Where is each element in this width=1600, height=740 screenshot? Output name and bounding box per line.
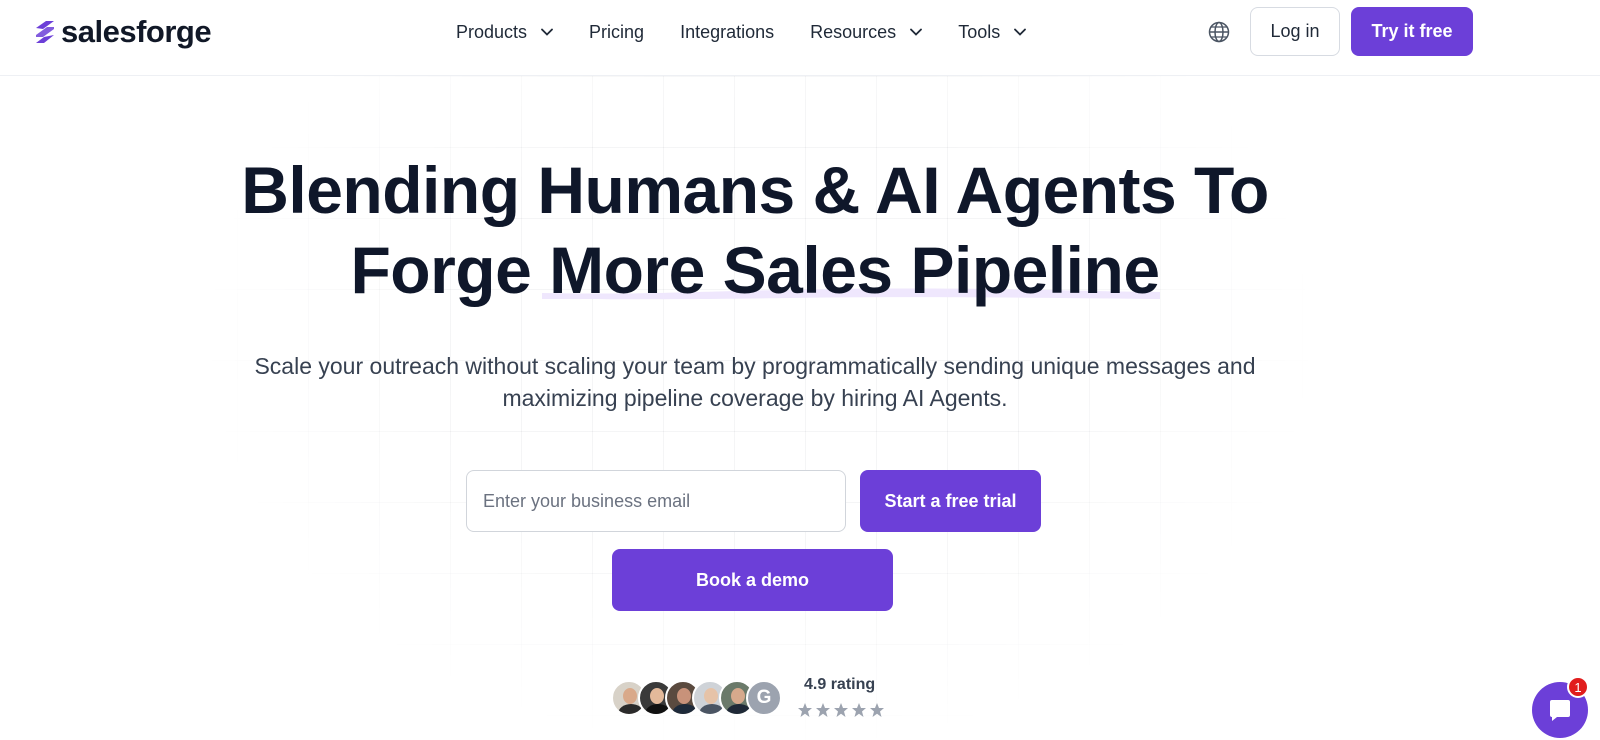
page: salesforge Products Pricing Integrations… — [0, 0, 1600, 740]
logo[interactable]: salesforge — [33, 14, 212, 50]
hero-subtitle: Scale your outreach without scaling your… — [200, 350, 1310, 414]
globe-icon[interactable] — [1207, 20, 1231, 44]
rating-stars — [797, 702, 887, 718]
login-button[interactable]: Log in — [1250, 7, 1340, 56]
chevron-down-icon — [910, 28, 923, 36]
top-navigation: salesforge Products Pricing Integrations… — [0, 0, 1600, 76]
hero-heading-line-2: Forge More Sales Pipeline — [350, 233, 1160, 307]
start-free-trial-button[interactable]: Start a free trial — [860, 470, 1041, 532]
star-icon — [816, 703, 830, 717]
nav-tools-label: Tools — [958, 21, 1001, 42]
book-demo-button[interactable]: Book a demo — [612, 549, 893, 611]
chevron-down-icon — [541, 28, 553, 36]
try-free-button[interactable]: Try it free — [1351, 7, 1473, 56]
customer-avatars: G — [611, 680, 782, 716]
nav-tools[interactable]: Tools — [958, 21, 1027, 43]
hero-subtitle-line-2: maximizing pipeline coverage by hiring A… — [502, 385, 1008, 411]
nav-integrations-label: Integrations — [680, 21, 775, 42]
logo-text: salesforge — [61, 14, 212, 49]
hero-heading-line-1: Blending Humans & AI Agents To — [241, 153, 1269, 227]
nav-pricing-label: Pricing — [589, 21, 645, 42]
g2-logo-icon: G — [746, 680, 782, 716]
star-icon — [834, 703, 848, 717]
main-nav: Products Pricing Integrations Resources … — [456, 0, 1062, 64]
star-icon — [870, 703, 884, 717]
chevron-down-icon — [1014, 28, 1027, 36]
chat-notification-badge: 1 — [1567, 676, 1589, 698]
chat-bubble-icon — [1550, 700, 1570, 721]
nav-integrations[interactable]: Integrations — [680, 22, 774, 43]
nav-resources[interactable]: Resources — [810, 21, 923, 43]
hero-heading: Blending Humans & AI Agents To Forge Mor… — [180, 150, 1330, 310]
nav-products-label: Products — [456, 21, 528, 42]
nav-pricing[interactable]: Pricing — [589, 22, 644, 43]
hero-subtitle-line-1: Scale your outreach without scaling your… — [254, 353, 1256, 379]
rating-text: 4.9 rating — [804, 676, 876, 693]
business-email-input[interactable] — [466, 470, 846, 532]
logo-mark-icon — [36, 21, 54, 43]
nav-products[interactable]: Products — [456, 22, 553, 43]
nav-resources-label: Resources — [810, 21, 897, 42]
star-icon — [852, 703, 866, 717]
star-icon — [798, 703, 812, 717]
